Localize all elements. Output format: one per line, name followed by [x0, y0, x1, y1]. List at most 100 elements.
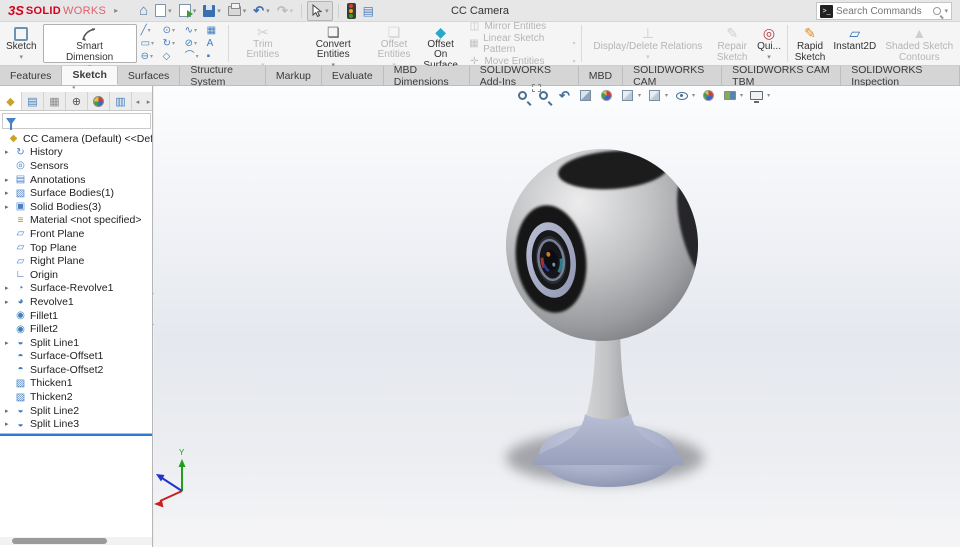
sketch-button[interactable]: Sketch▾ [2, 23, 41, 64]
ribbon-tab[interactable]: Surfaces [118, 66, 180, 85]
convert-entities-button[interactable]: ❏ Convert Entities▾ [294, 23, 372, 64]
ribbon-tab[interactable]: SOLIDWORKS Add-Ins [470, 66, 579, 85]
tree-filter-box[interactable] [2, 113, 151, 129]
rollback-bar[interactable] [0, 433, 153, 436]
feature-icon: ◔ [14, 283, 27, 294]
ribbon-tab[interactable]: MBD Dimensions [384, 66, 470, 85]
file-properties-button[interactable]: ▤ [360, 1, 377, 21]
feature-tree-item[interactable]: ▸ ◕ Revolve1 [0, 295, 153, 309]
expand-arrow-icon[interactable]: ▸ [5, 407, 14, 415]
open-button[interactable]: ▾ [176, 1, 200, 21]
panel-tab-scroll-right-icon[interactable]: ▸ [143, 92, 153, 111]
undo-button[interactable]: ↶▾ [250, 1, 272, 21]
feature-tree-item[interactable]: ▱ Top Plane [0, 241, 153, 255]
sketch-entity-button[interactable]: ⊘▾ [185, 37, 207, 50]
feature-tree-item[interactable]: ▸ ◒ Split Line1 [0, 336, 153, 350]
feature-tree-item[interactable]: ◓ Surface-Offset1 [0, 350, 153, 364]
trim-entities-button[interactable]: ✂ Trim Entities▾ [232, 23, 295, 64]
sketch-entity-button[interactable]: ╱▾ [141, 24, 163, 37]
expand-arrow-icon[interactable]: ▸ [5, 176, 14, 184]
panel-tab[interactable]: ▥ [110, 92, 132, 110]
logo-expand-icon[interactable]: ▸ [114, 6, 118, 15]
ribbon-tab[interactable]: Evaluate [322, 66, 384, 85]
feature-tree-item[interactable]: ▸ ◒ Split Line2 [0, 404, 153, 418]
feature-tree-item[interactable]: ▸ ◔ Surface-Revolve1 [0, 282, 153, 296]
sketch-entity-button[interactable]: ▦ [207, 24, 223, 37]
sketch-entity-button[interactable]: ⊙▾ [163, 24, 185, 37]
options-button[interactable] [344, 1, 359, 21]
sketch-entity-button[interactable]: ∿▾ [185, 24, 207, 37]
select-tool-button[interactable]: ▾ [307, 1, 333, 21]
new-document-button[interactable]: ▾ [152, 1, 175, 21]
quick-snaps-button[interactable]: ◎ Qui...▾ [754, 23, 784, 64]
feature-tree-item[interactable]: ▨ Thicken2 [0, 390, 153, 404]
save-button[interactable]: ▾ [200, 1, 224, 21]
expand-arrow-icon[interactable]: ▸ [5, 298, 14, 306]
panel-tab[interactable]: ▦ [44, 92, 66, 110]
tree-horizontal-scrollbar[interactable] [0, 537, 153, 545]
panel-tab[interactable]: ⊕ [66, 92, 88, 110]
expand-arrow-icon[interactable]: ▸ [5, 420, 14, 428]
sketch-entity-button[interactable]: ▪ [207, 50, 223, 63]
print-button[interactable]: ▾ [225, 1, 250, 21]
panel-tab[interactable]: ◆ [0, 92, 22, 110]
redo-button[interactable]: ↶▾ [274, 1, 296, 21]
sketch-entity-button[interactable]: ▭▾ [141, 37, 163, 50]
expand-arrow-icon[interactable]: ▸ [5, 339, 14, 347]
sketch-entity-button[interactable]: ⌒▾ [185, 50, 207, 63]
sketch-entity-button[interactable]: ◇ [163, 50, 185, 63]
panel-tab[interactable] [88, 92, 110, 110]
display-delete-relations-button[interactable]: ⊥ Display/Delete Relations▾ [585, 23, 710, 64]
mirror-entities-button[interactable]: ◫Mirror Entities [468, 21, 575, 32]
scrollbar-thumb[interactable] [12, 538, 107, 544]
expand-arrow-icon[interactable]: ▸ [5, 284, 14, 292]
sketch-entity-button[interactable]: ↻▾ [163, 37, 185, 50]
panel-tab-scroll-left-icon[interactable]: ◂ [132, 92, 143, 111]
ribbon-tab[interactable]: SOLIDWORKS Inspection [841, 66, 960, 85]
feature-tree-item[interactable]: ◆ CC Camera (Default) <<Default>_Dis [0, 132, 153, 146]
feature-tree-item[interactable]: ▸ ▣ Solid Bodies(3) [0, 200, 153, 214]
search-dropdown-icon[interactable]: ▾ [944, 7, 948, 15]
expand-arrow-icon[interactable]: ▸ [5, 203, 14, 211]
expand-arrow-icon[interactable]: ▸ [5, 148, 14, 156]
feature-tree-item[interactable]: ◉ Fillet1 [0, 309, 153, 323]
sketch-entity-button[interactable]: ⊖▾ [141, 50, 163, 63]
feature-tree-item[interactable]: ▸ ↻ History [0, 146, 153, 160]
search-commands-input[interactable] [836, 6, 930, 17]
panel-tab[interactable]: ▤ [22, 92, 44, 110]
ribbon-tab[interactable]: SOLIDWORKS CAM [623, 66, 722, 85]
feature-tree-item[interactable]: ▸ ▤ Annotations [0, 173, 153, 187]
feature-tree-item[interactable]: ▸ ▧ Surface Bodies(1) [0, 186, 153, 200]
offset-entities-button[interactable]: ❏ Offset Entities▾ [372, 23, 416, 64]
feature-tree-item[interactable]: ▱ Front Plane [0, 227, 153, 241]
rapid-sketch-button[interactable]: ✎ Rapid Sketch [791, 23, 829, 64]
search-commands-box[interactable]: >_ ▾ [816, 2, 952, 20]
home-button[interactable]: ⌂ [136, 1, 151, 21]
feature-tree-item[interactable]: ▨ Thicken1 [0, 377, 153, 391]
offset-on-surface-button[interactable]: ◆ Offset On Surface [416, 23, 466, 64]
instant2d-button[interactable]: ▱ Instant2D [829, 23, 881, 64]
ribbon-tab[interactable]: SOLIDWORKS CAM TBM [722, 66, 841, 85]
expand-arrow-icon[interactable]: ▸ [5, 189, 14, 197]
panel-resize-grip[interactable]: ● [72, 87, 78, 91]
feature-tree-item[interactable]: ≡ Material <not specified> [0, 214, 153, 228]
ribbon-tab[interactable]: Markup [266, 66, 322, 85]
linear-sketch-pattern-button[interactable]: ▦Linear Sketch Pattern▾ [468, 33, 575, 55]
sketch-entity-button[interactable]: A [207, 37, 223, 50]
feature-tree-item[interactable]: ∟ Origin [0, 268, 153, 282]
search-icon[interactable] [933, 7, 941, 15]
repair-sketch-button[interactable]: ✎ Repair Sketch [710, 23, 754, 64]
feature-tree-item[interactable]: ◉ Fillet2 [0, 322, 153, 336]
ribbon-tab[interactable]: Sketch [62, 66, 117, 85]
ribbon-tab[interactable]: Features [0, 66, 62, 85]
feature-tree-item[interactable]: ◓ Surface-Offset2 [0, 363, 153, 377]
feature-tree-item[interactable]: ◎ Sensors [0, 159, 153, 173]
feature-icon: ◉ [14, 324, 27, 335]
feature-tree-item[interactable]: ▱ Right Plane [0, 254, 153, 268]
ribbon-tab[interactable]: Structure System [180, 66, 266, 85]
feature-tree-item[interactable]: ▸ ◒ Split Line3 [0, 417, 153, 431]
smart-dimension-button[interactable]: Smart Dimension▾ [43, 24, 137, 63]
ribbon-tab[interactable]: MBD [579, 66, 623, 85]
graphics-viewport[interactable]: ↶ ▾ ▾ ▾ ▾ ▾ [154, 86, 960, 547]
shaded-sketch-contours-button[interactable]: ▲ Shaded Sketch Contours [881, 23, 958, 64]
